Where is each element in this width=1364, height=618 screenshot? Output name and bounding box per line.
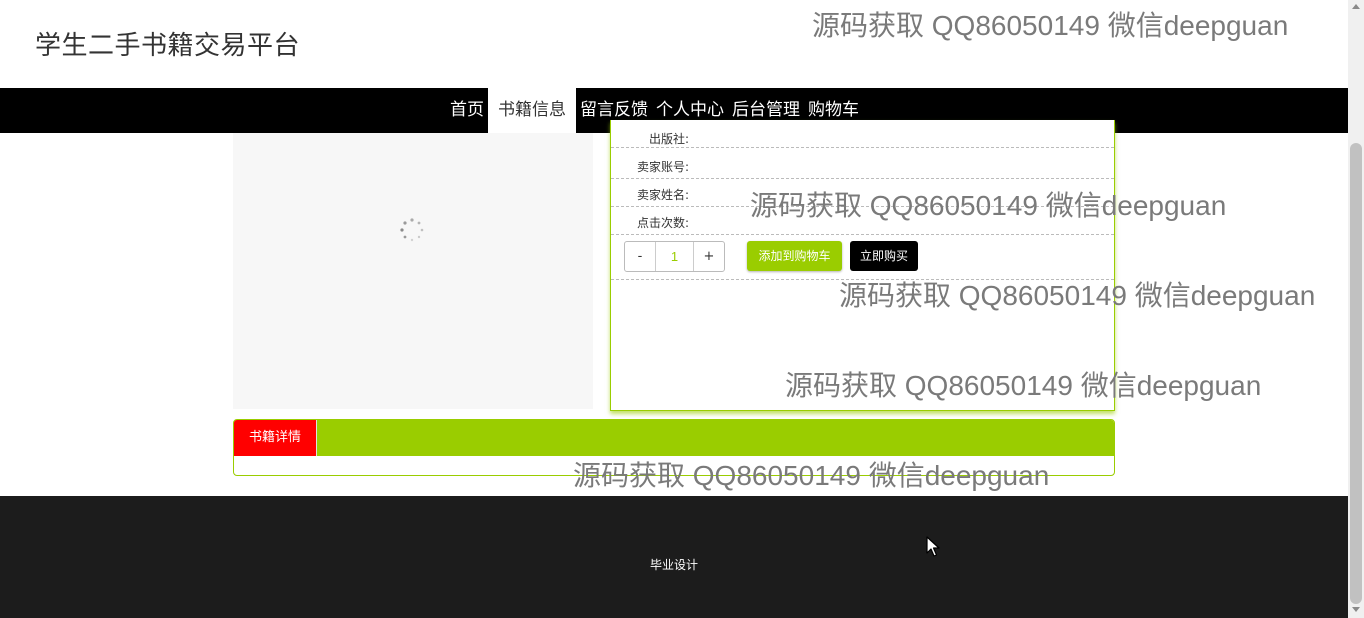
book-detail-section: 书籍详情 — [233, 419, 1115, 476]
quantity-stepper: - + — [624, 241, 725, 272]
nav-item-books[interactable]: 书籍信息 — [488, 88, 576, 133]
purchase-row: - + 添加到购物车 立即购买 — [611, 235, 1114, 280]
detail-tab-bar: 书籍详情 — [234, 420, 1114, 456]
mouse-cursor-icon — [926, 536, 940, 557]
vertical-scrollbar[interactable] — [1348, 0, 1364, 618]
site-header: 学生二手书籍交易平台 — [0, 0, 1348, 88]
nav-item-home[interactable]: 首页 — [446, 88, 488, 133]
info-row-seller-account: 卖家账号: — [611, 151, 1114, 179]
loading-spinner-icon — [400, 218, 424, 242]
buy-now-button[interactable]: 立即购买 — [850, 241, 918, 271]
info-row-click-count: 点击次数: — [611, 207, 1114, 235]
add-to-cart-button[interactable]: 添加到购物车 — [747, 241, 842, 271]
footer-text: 毕业设计 — [649, 558, 698, 572]
scroll-up-arrow-icon[interactable] — [1352, 4, 1360, 9]
info-label-click-count: 点击次数: — [636, 216, 689, 230]
info-label-seller-name: 卖家姓名: — [636, 188, 689, 202]
quantity-input[interactable] — [655, 242, 694, 271]
book-info-panel: 出版社: 卖家账号: 卖家姓名: 点击次数: - + 添加到购物车 立即购买 — [610, 120, 1115, 411]
info-label-seller-account: 卖家账号: — [636, 160, 689, 174]
info-row-seller-name: 卖家姓名: — [611, 179, 1114, 207]
scrollbar-thumb[interactable] — [1350, 143, 1362, 604]
book-image-area — [233, 133, 593, 409]
tab-book-detail[interactable]: 书籍详情 — [234, 420, 317, 456]
scroll-down-arrow-icon[interactable] — [1352, 607, 1360, 612]
info-label-publisher: 出版社: — [648, 132, 689, 146]
site-title[interactable]: 学生二手书籍交易平台 — [35, 25, 300, 62]
site-footer: 毕业设计 — [0, 496, 1348, 618]
quantity-increase-button[interactable]: + — [694, 242, 724, 271]
info-row-publisher: 出版社: — [611, 120, 1114, 148]
quantity-decrease-button[interactable]: - — [625, 242, 655, 271]
